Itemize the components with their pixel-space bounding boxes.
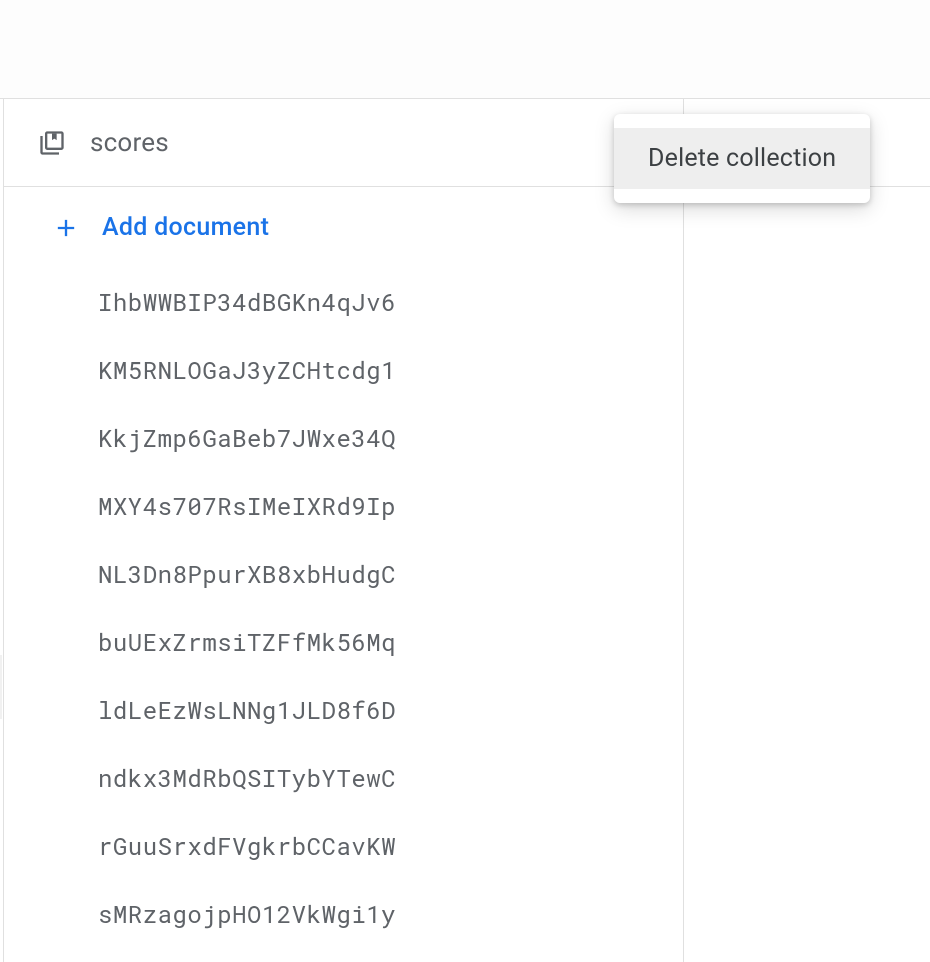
document-item[interactable]: ldLeEzWsLNNg1JLD8f6D [98,676,683,744]
document-item[interactable]: rGuuSrxdFVgkrbCCavKW [98,812,683,880]
add-document-button[interactable]: Add document [4,187,683,268]
collection-name: scores [90,128,599,158]
document-list: IhbWWBIP34dBGKn4qJv6 KM5RNLOGaJ3yZCHtcdg… [4,268,683,948]
add-document-label: Add document [102,213,269,242]
document-item[interactable]: NL3Dn8PpurXB8xbHudgC [98,540,683,608]
document-item[interactable]: ndkx3MdRbQSITybYTewC [98,744,683,812]
document-item[interactable]: KM5RNLOGaJ3yZCHtcdg1 [98,336,683,404]
collection-panel: scores Add document IhbWWBIP34dBGKn4qJv6… [4,99,684,962]
top-spacer [0,0,930,98]
document-item[interactable]: MXY4s707RsIMeIXRd9Ip [98,472,683,540]
delete-collection-menu-item[interactable]: Delete collection [614,128,870,189]
document-item[interactable]: buUExZrmsiTZFfMk56Mq [98,608,683,676]
context-menu: Delete collection [614,114,870,203]
main-row: scores Add document IhbWWBIP34dBGKn4qJv6… [0,98,930,962]
panel-header: scores [4,99,683,187]
plus-icon [52,214,80,242]
document-item[interactable]: sMRzagojpHO12VkWgi1y [98,880,683,948]
collection-icon [38,129,66,157]
right-pane [684,99,930,962]
document-item[interactable]: KkjZmp6GaBeb7JWxe34Q [98,404,683,472]
document-item[interactable]: IhbWWBIP34dBGKn4qJv6 [98,268,683,336]
left-gutter [0,99,4,962]
